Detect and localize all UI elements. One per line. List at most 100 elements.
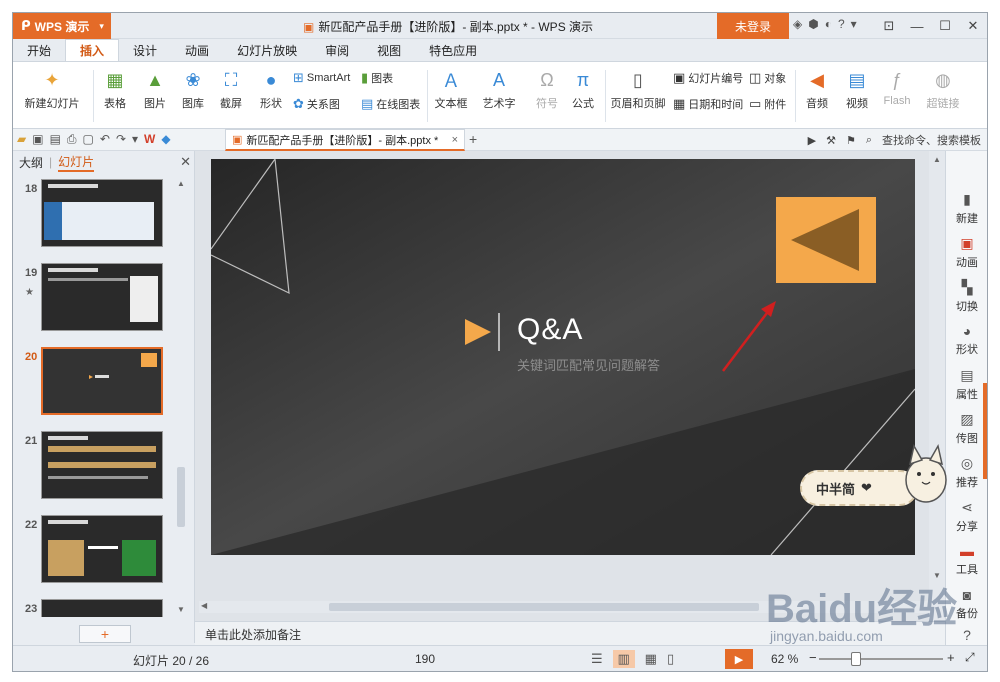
h-scroll-thumb[interactable]	[329, 603, 759, 611]
pane-tools[interactable]: ▬ 工具	[946, 543, 987, 577]
pane-recommend[interactable]: ◎ 推荐	[946, 455, 987, 490]
shape-button[interactable]: ● 形状	[253, 68, 289, 111]
slide-thumbnail[interactable]	[41, 515, 163, 583]
scroll-up-icon[interactable]: ▲	[933, 155, 941, 164]
textbox-button[interactable]: Ａ 文本框	[431, 68, 471, 111]
header-footer-button[interactable]: ▯ 页眉和页脚	[609, 68, 667, 111]
slide-thumbnail[interactable]	[41, 431, 163, 499]
slide-thumb-row[interactable]: 21	[13, 429, 181, 501]
close-tab-icon[interactable]: ×	[452, 134, 458, 146]
tab-home[interactable]: 开始	[13, 39, 65, 61]
close-icon[interactable]: ✕	[959, 13, 987, 39]
slide-thumb-row[interactable]: 22	[13, 513, 181, 585]
undo-icon[interactable]: ↶	[100, 132, 110, 147]
slide-thumbnail[interactable]	[41, 179, 163, 247]
dropdown-icon[interactable]: ▾	[851, 17, 857, 31]
reading-view-icon[interactable]: ▯	[667, 651, 674, 667]
pane-new[interactable]: ▮ 新建	[946, 191, 987, 226]
table-button[interactable]: ▦ 表格	[97, 68, 133, 111]
tab-slideshow[interactable]: 幻灯片放映	[223, 39, 311, 61]
help-icon[interactable]: ?	[838, 17, 845, 31]
play-slideshow-button[interactable]: ▶	[725, 649, 753, 669]
cube-icon[interactable]: ◆	[161, 132, 170, 147]
pane-transition[interactable]: ▚ 切换	[946, 279, 987, 314]
login-button[interactable]: 未登录	[717, 13, 789, 39]
pane-upload-image[interactable]: ▨ 传图	[946, 411, 987, 446]
flag-icon[interactable]: ⚑	[846, 134, 856, 147]
skin-icon[interactable]: ◈	[793, 17, 802, 31]
tab-design[interactable]: 设计	[119, 39, 171, 61]
wordart-button[interactable]: A 艺术字	[477, 68, 521, 111]
tab-view[interactable]: 视图	[363, 39, 415, 61]
search-command[interactable]: 查找命令、搜索模板	[882, 132, 981, 148]
relation-button[interactable]: ✿ 关系图	[293, 96, 340, 112]
slide-thumbnail-active[interactable]	[41, 347, 163, 415]
online-chart-button[interactable]: ▤ 在线图表	[361, 96, 420, 112]
tab-animation[interactable]: 动画	[171, 39, 223, 61]
app-menu-button[interactable]: ᑭ WPS 演示 ▾	[13, 13, 111, 39]
dropdown-icon[interactable]: ▾	[132, 132, 138, 147]
slide-thumb-row[interactable]: 18	[13, 177, 181, 249]
new-tab-icon[interactable]: +	[469, 131, 477, 147]
slide-thumb-row-active[interactable]: 20	[13, 345, 181, 417]
thumbnail-scrollbar[interactable]: ▲ ▼	[175, 177, 187, 617]
close-panel-icon[interactable]: ✕	[180, 154, 191, 170]
preview-icon[interactable]: ▢	[83, 132, 94, 147]
slide-thumb-row[interactable]: 19 ★	[13, 261, 181, 333]
scroll-up-icon[interactable]: ▲	[177, 179, 185, 188]
pane-share[interactable]: ⋖ 分享	[946, 499, 987, 534]
date-time-button[interactable]: ▦ 日期和时间	[673, 96, 743, 112]
pane-share-label: 分享	[956, 521, 978, 533]
picture-button[interactable]: ▲ 图片	[137, 68, 173, 111]
slide-thumb-row[interactable]: 23	[13, 597, 181, 617]
add-slide-button[interactable]: +	[79, 625, 131, 643]
object-button[interactable]: ◫ 对象	[749, 70, 786, 86]
minimize-icon[interactable]: —	[903, 13, 931, 39]
redo-icon[interactable]: ↷	[116, 132, 126, 147]
flash-button[interactable]: ƒ Flash	[879, 68, 915, 108]
tools-icon[interactable]: ⚒	[826, 134, 836, 147]
slide-thumbnail[interactable]	[41, 263, 163, 331]
scroll-thumb[interactable]	[177, 467, 185, 527]
chart-button[interactable]: ▮ 图表	[361, 70, 393, 86]
screenshot-button[interactable]: ⛶ 截屏	[213, 68, 249, 111]
audio-button[interactable]: ◀ 音频	[799, 68, 835, 111]
tab-slides[interactable]: 幻灯片	[58, 153, 95, 172]
comment-icon[interactable]: ▶	[808, 134, 816, 147]
slide-title[interactable]: Q&A	[517, 313, 583, 347]
maximize-icon[interactable]: ☐	[931, 13, 959, 39]
pane-animation[interactable]: ▣ 动画	[946, 235, 987, 270]
cloud-icon[interactable]: ⬢	[808, 17, 818, 31]
normal-view-icon[interactable]: ▥	[612, 650, 635, 668]
wps-w-icon[interactable]: W	[144, 132, 155, 147]
pane-properties[interactable]: ▤ 属性	[946, 367, 987, 402]
share-icon[interactable]: ◐	[825, 17, 832, 31]
formula-button[interactable]: π 公式	[567, 68, 599, 111]
export-icon[interactable]: ▤	[50, 132, 61, 147]
attachment-button[interactable]: ▭ 附件	[749, 96, 786, 112]
notes-view-icon[interactable]: ☰	[591, 651, 603, 667]
save-icon[interactable]: ▣	[32, 132, 43, 147]
open-icon[interactable]: ▰	[17, 132, 26, 147]
scroll-down-icon[interactable]: ▼	[177, 605, 185, 614]
tab-outline[interactable]: 大纲	[19, 154, 43, 171]
slide-number-button[interactable]: ▣ 幻灯片编号	[673, 70, 743, 86]
gallery-button[interactable]: ❀ 图库	[175, 68, 211, 111]
tab-special[interactable]: 特色应用	[415, 39, 491, 61]
slide-subtitle[interactable]: 关键词匹配常见问题解答	[517, 355, 660, 374]
sorter-view-icon[interactable]: ▦	[645, 651, 657, 667]
smartart-button[interactable]: ⊞ SmartArt	[293, 70, 350, 86]
vertical-scrollbar[interactable]: ▲ ▼	[929, 151, 945, 621]
scroll-left-icon[interactable]: ◀	[201, 601, 207, 610]
hyperlink-button[interactable]: ◍ 超链接	[923, 68, 963, 111]
symbol-button[interactable]: Ω 符号	[531, 68, 563, 111]
restore-icon[interactable]: ⊡	[875, 13, 903, 39]
print-icon[interactable]: ⎙	[67, 132, 77, 147]
slide-thumbnail[interactable]	[41, 599, 163, 617]
tab-review[interactable]: 审阅	[311, 39, 363, 61]
video-button[interactable]: ▤ 视频	[839, 68, 875, 111]
new-slide-button[interactable]: ✦ 新建幻灯片	[19, 68, 85, 111]
pane-shape[interactable]: ◕ 形状	[946, 323, 987, 357]
document-tab[interactable]: ▣ 新匹配产品手册【进阶版】- 副本.pptx * ×	[225, 129, 465, 151]
tab-insert[interactable]: 插入	[65, 39, 120, 61]
